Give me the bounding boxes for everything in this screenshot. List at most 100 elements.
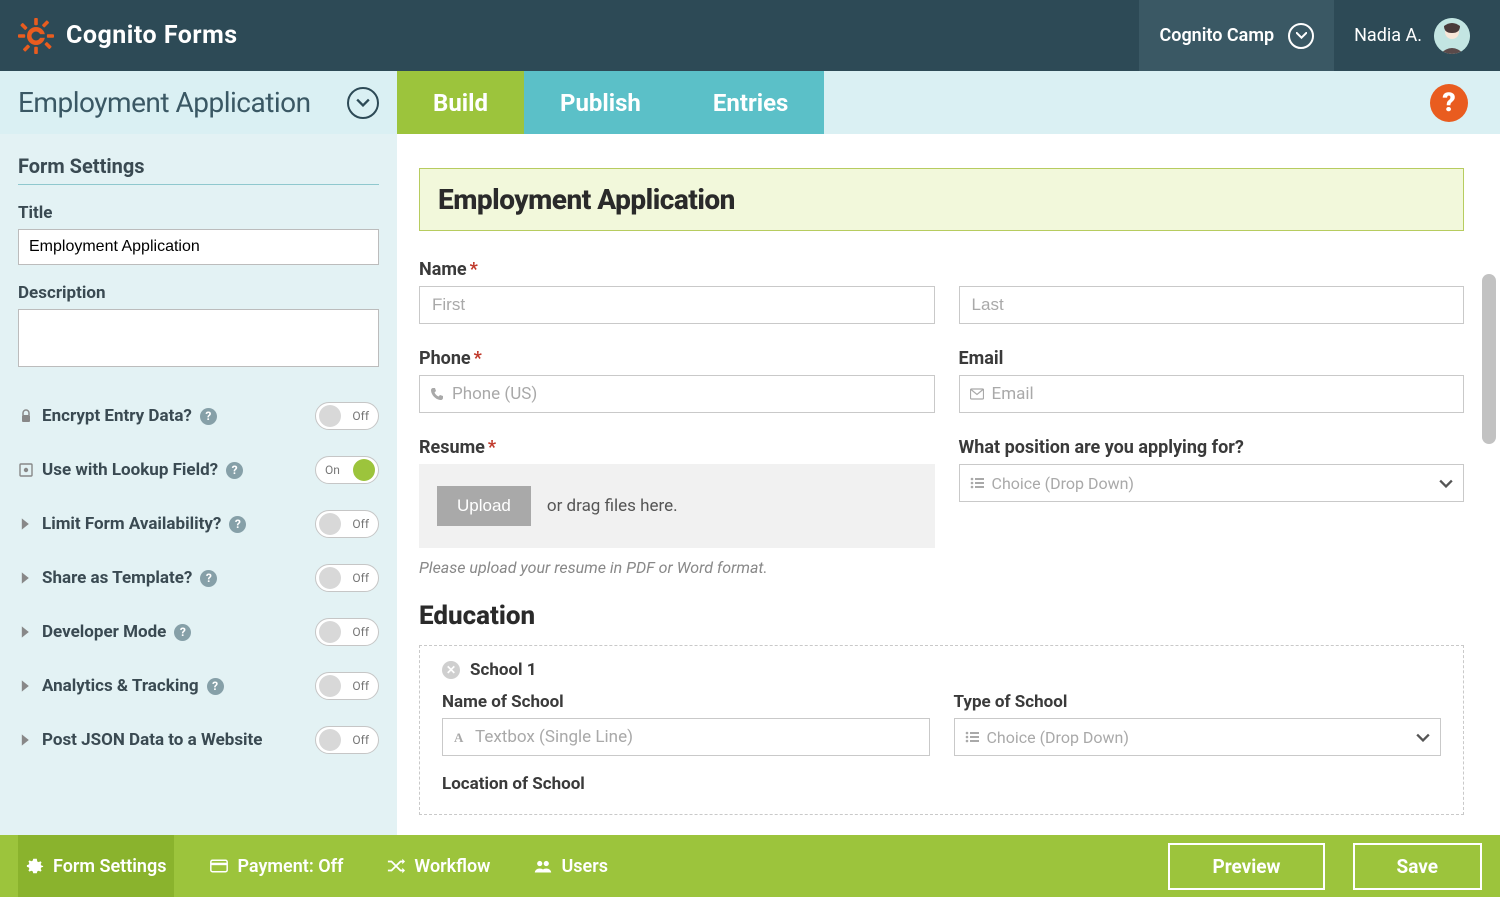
org-switcher[interactable]: Cognito Camp — [1139, 0, 1334, 71]
footer-workflow[interactable]: Workflow — [379, 835, 498, 897]
save-button[interactable]: Save — [1353, 843, 1483, 890]
caret-right-icon — [18, 624, 34, 640]
position-select[interactable]: Choice (Drop Down) — [959, 464, 1464, 502]
footer-form-settings[interactable]: Form Settings — [18, 835, 174, 897]
title-input[interactable] — [18, 229, 379, 265]
row-limit: Limit Form Availability? ? Off — [18, 497, 379, 551]
toggle-share[interactable]: Off — [315, 564, 379, 592]
row-label: Analytics & Tracking — [42, 676, 199, 696]
row-label: Developer Mode — [42, 622, 166, 642]
row-label: Encrypt Entry Data? — [42, 406, 192, 426]
toggle-postjson[interactable]: Off — [315, 726, 379, 754]
help-icon[interactable]: ? — [200, 570, 217, 587]
school-name-input[interactable]: A Textbox (Single Line) — [442, 718, 930, 756]
resume-label: Resume* — [419, 437, 935, 458]
row-label: Limit Form Availability? — [42, 514, 221, 534]
education-title: Education — [419, 601, 1464, 631]
footer-users[interactable]: Users — [526, 835, 616, 897]
school-heading: School 1 — [470, 660, 537, 680]
help-icon[interactable]: ? — [226, 462, 243, 479]
tab-build[interactable]: Build — [397, 71, 524, 134]
row-encrypt: Encrypt Entry Data? ? Off — [18, 389, 379, 443]
lock-icon — [18, 408, 34, 424]
form-name: Employment Application — [18, 86, 311, 119]
svg-text:A: A — [454, 730, 464, 744]
caret-right-icon — [18, 732, 34, 748]
form-name-area: Employment Application — [0, 86, 397, 119]
school-section[interactable]: ✕ School 1 Name of School A Textbox (Sin… — [419, 645, 1464, 815]
org-name: Cognito Camp — [1159, 25, 1274, 46]
school-location-label: Location of School — [442, 774, 930, 794]
tab-entries[interactable]: Entries — [677, 71, 825, 134]
list-icon — [970, 476, 984, 490]
shuffle-icon — [387, 857, 405, 875]
school-type-label: Type of School — [954, 692, 1442, 712]
row-label: Post JSON Data to a Website — [42, 730, 262, 750]
row-postjson: Post JSON Data to a Website Off — [18, 713, 379, 767]
position-label: What position are you applying for? — [959, 437, 1464, 458]
phone-icon — [430, 387, 444, 401]
form-dropdown-toggle[interactable] — [347, 87, 379, 119]
toggle-lookup[interactable]: On — [315, 456, 379, 484]
drag-text: or drag files here. — [547, 496, 678, 516]
brand-text: Cognito Forms — [66, 21, 238, 50]
help-button[interactable]: ? — [1430, 84, 1468, 122]
form-title: Employment Application — [438, 183, 1445, 216]
form-title-bar[interactable]: Employment Application — [419, 168, 1464, 231]
user-name: Nadia A. — [1354, 25, 1422, 46]
footer-bar: Form Settings Payment: Off Workflow User… — [0, 835, 1500, 897]
form-canvas: Employment Application Name* Phone* — [397, 134, 1500, 815]
phone-label: Phone* — [419, 348, 935, 369]
help-icon[interactable]: ? — [207, 678, 224, 695]
tab-publish[interactable]: Publish — [524, 71, 677, 134]
scrollbar[interactable] — [1482, 274, 1496, 444]
preview-button[interactable]: Preview — [1168, 843, 1324, 890]
spacer — [959, 259, 1464, 280]
row-developer: Developer Mode ? Off — [18, 605, 379, 659]
mail-icon — [970, 387, 984, 401]
help-icon[interactable]: ? — [174, 624, 191, 641]
last-name-input[interactable] — [959, 286, 1464, 324]
row-label: Use with Lookup Field? — [42, 460, 218, 480]
brand-area: Cognito Forms — [18, 18, 238, 54]
email-input[interactable]: Email — [959, 375, 1464, 413]
name-label: Name* — [419, 259, 935, 280]
help-icon[interactable]: ? — [229, 516, 246, 533]
caret-right-icon — [18, 570, 34, 586]
gear-icon — [26, 857, 44, 875]
title-label: Title — [18, 203, 379, 223]
phone-input[interactable]: Phone (US) — [419, 375, 935, 413]
description-label: Description — [18, 283, 379, 303]
sub-bar: Employment Application Build Publish Ent… — [0, 71, 1500, 134]
toggle-limit[interactable]: Off — [315, 510, 379, 538]
main-area: Form Settings Title Description Encrypt … — [0, 134, 1500, 835]
sidebar: Form Settings Title Description Encrypt … — [0, 134, 397, 835]
row-lookup: Use with Lookup Field? ? On — [18, 443, 379, 497]
upload-area[interactable]: Upload or drag files here. — [419, 464, 935, 548]
tab-bar: Build Publish Entries — [397, 71, 824, 134]
help-icon[interactable]: ? — [200, 408, 217, 425]
top-bar: Cognito Forms Cognito Camp Nadia A. — [0, 0, 1500, 71]
first-name-input[interactable] — [419, 286, 935, 324]
footer-payment[interactable]: Payment: Off — [202, 835, 351, 897]
caret-right-icon — [18, 516, 34, 532]
row-label: Share as Template? — [42, 568, 192, 588]
card-icon — [210, 857, 228, 875]
toggle-developer[interactable]: Off — [315, 618, 379, 646]
toggle-analytics[interactable]: Off — [315, 672, 379, 700]
chevron-down-icon — [1439, 479, 1453, 488]
school-name-label: Name of School — [442, 692, 930, 712]
school-type-select[interactable]: Choice (Drop Down) — [954, 718, 1442, 756]
toggle-encrypt[interactable]: Off — [315, 402, 379, 430]
upload-button[interactable]: Upload — [437, 486, 531, 526]
caret-right-icon — [18, 678, 34, 694]
row-analytics: Analytics & Tracking ? Off — [18, 659, 379, 713]
sidebar-heading: Form Settings — [18, 154, 379, 185]
text-icon: A — [453, 730, 467, 744]
users-icon — [534, 857, 552, 875]
cognito-logo-icon — [18, 18, 54, 54]
description-input[interactable] — [18, 309, 379, 367]
user-menu[interactable]: Nadia A. — [1334, 18, 1482, 54]
chevron-down-icon — [1416, 733, 1430, 742]
remove-icon[interactable]: ✕ — [442, 661, 460, 679]
